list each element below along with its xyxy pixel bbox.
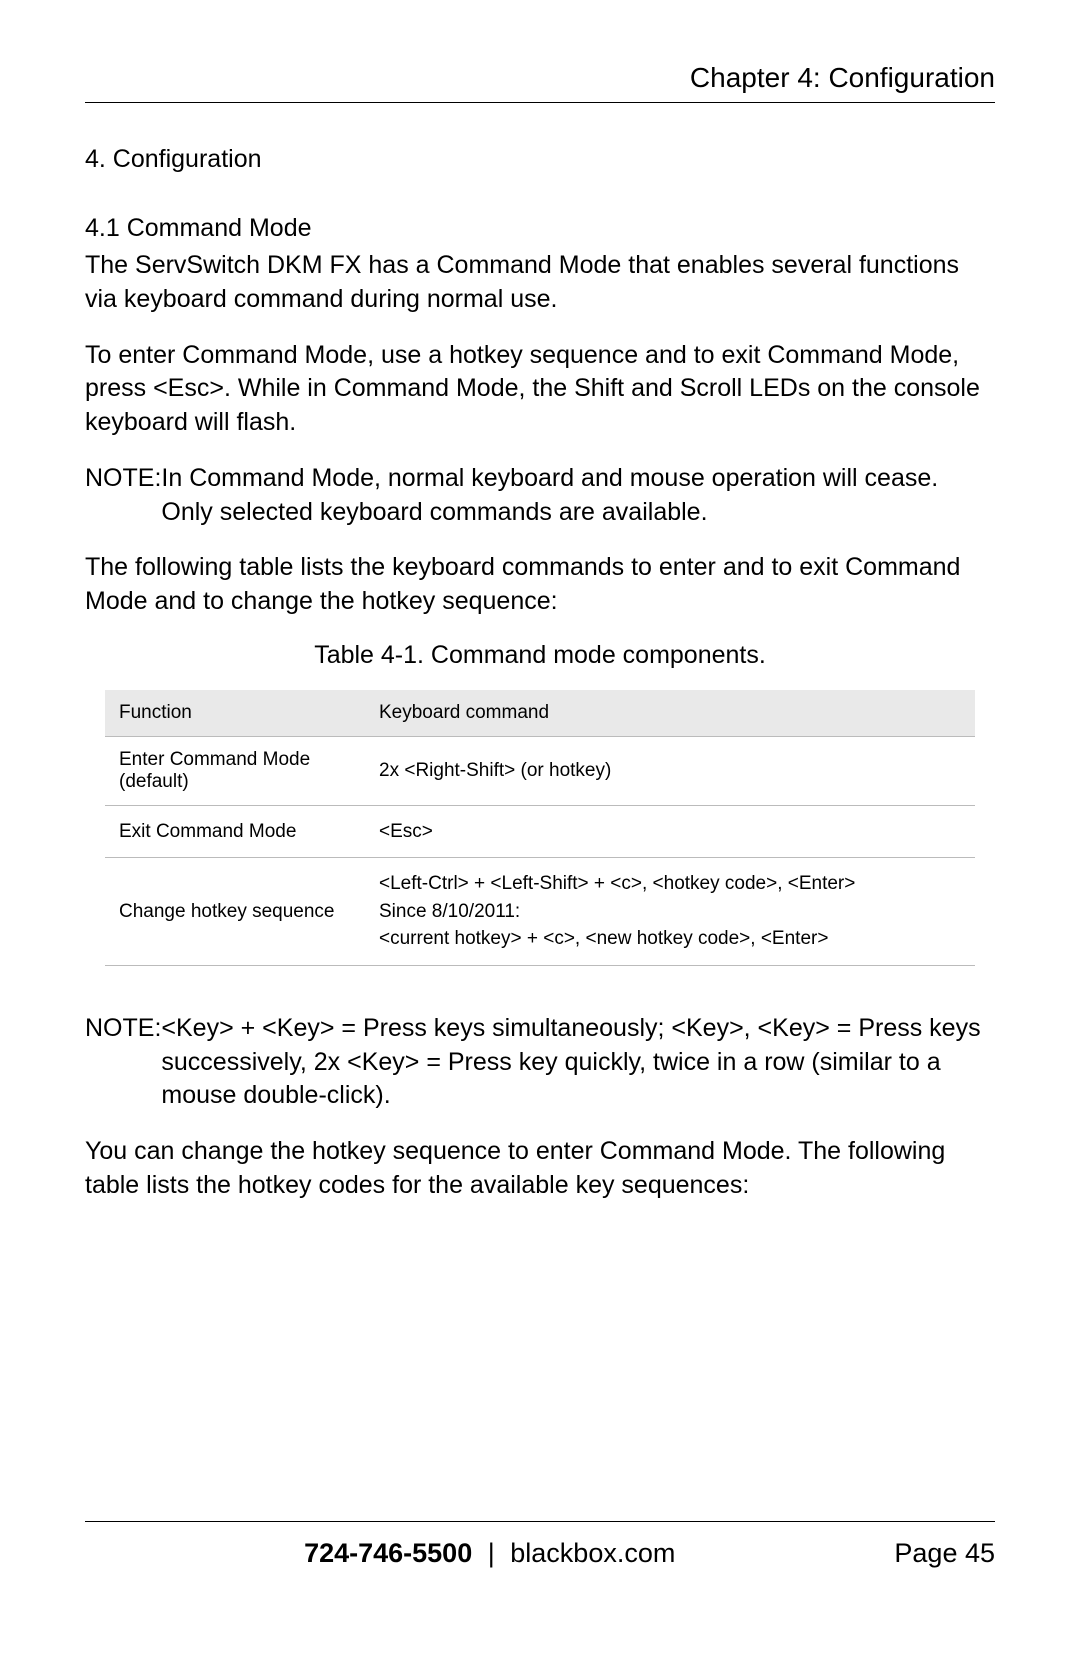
page-number: Page 45 (894, 1538, 995, 1569)
cell-function: Enter Command Mode (default) (105, 736, 365, 805)
cell-function: Exit Command Mode (105, 805, 365, 858)
cell-function: Change hotkey sequence (105, 858, 365, 966)
paragraph-hotkey-intro: You can change the hotkey sequence to en… (85, 1135, 995, 1203)
note-text: In Command Mode, normal keyboard and mou… (161, 462, 995, 530)
section-heading: 4. Configuration (85, 145, 995, 174)
command-table: Function Keyboard command Enter Command … (105, 690, 975, 966)
note-block-1: NOTE: In Command Mode, normal keyboard a… (85, 462, 995, 530)
note-label: NOTE: (85, 462, 161, 530)
footer-phone: 724-746-5500 (304, 1538, 472, 1568)
paragraph-table-intro: The following table lists the keyboard c… (85, 551, 995, 619)
page-footer: 724-746-5500 | blackbox.com Page 45 (85, 1521, 995, 1569)
footer-contact: 724-746-5500 | blackbox.com (85, 1538, 894, 1569)
table-row: Enter Command Mode (default) 2x <Right-S… (105, 736, 975, 805)
table-caption: Table 4-1. Command mode components. (85, 641, 995, 670)
cell-command: <Esc> (365, 805, 975, 858)
note-text: <Key> + <Key> = Press keys simultaneousl… (161, 1012, 995, 1113)
subsection-heading: 4.1 Command Mode (85, 214, 995, 243)
paragraph-enter-mode: To enter Command Mode, use a hotkey sequ… (85, 339, 995, 440)
paragraph-intro: The ServSwitch DKM FX has a Command Mode… (85, 249, 995, 317)
col-command: Keyboard command (365, 690, 975, 737)
document-page: Chapter 4: Configuration 4. Configuratio… (0, 0, 1080, 1669)
note-label: NOTE: (85, 1012, 161, 1113)
table-row: Change hotkey sequence <Left-Ctrl> + <Le… (105, 858, 975, 966)
note-block-2: NOTE: <Key> + <Key> = Press keys simulta… (85, 1012, 995, 1113)
chapter-header: Chapter 4: Configuration (85, 62, 995, 103)
col-function: Function (105, 690, 365, 737)
footer-separator: | (480, 1538, 503, 1568)
cell-command: <Left-Ctrl> + <Left-Shift> + <c>, <hotke… (365, 858, 975, 966)
footer-domain: blackbox.com (510, 1538, 675, 1568)
cell-command: 2x <Right-Shift> (or hotkey) (365, 736, 975, 805)
table-row: Exit Command Mode <Esc> (105, 805, 975, 858)
table-header-row: Function Keyboard command (105, 690, 975, 737)
